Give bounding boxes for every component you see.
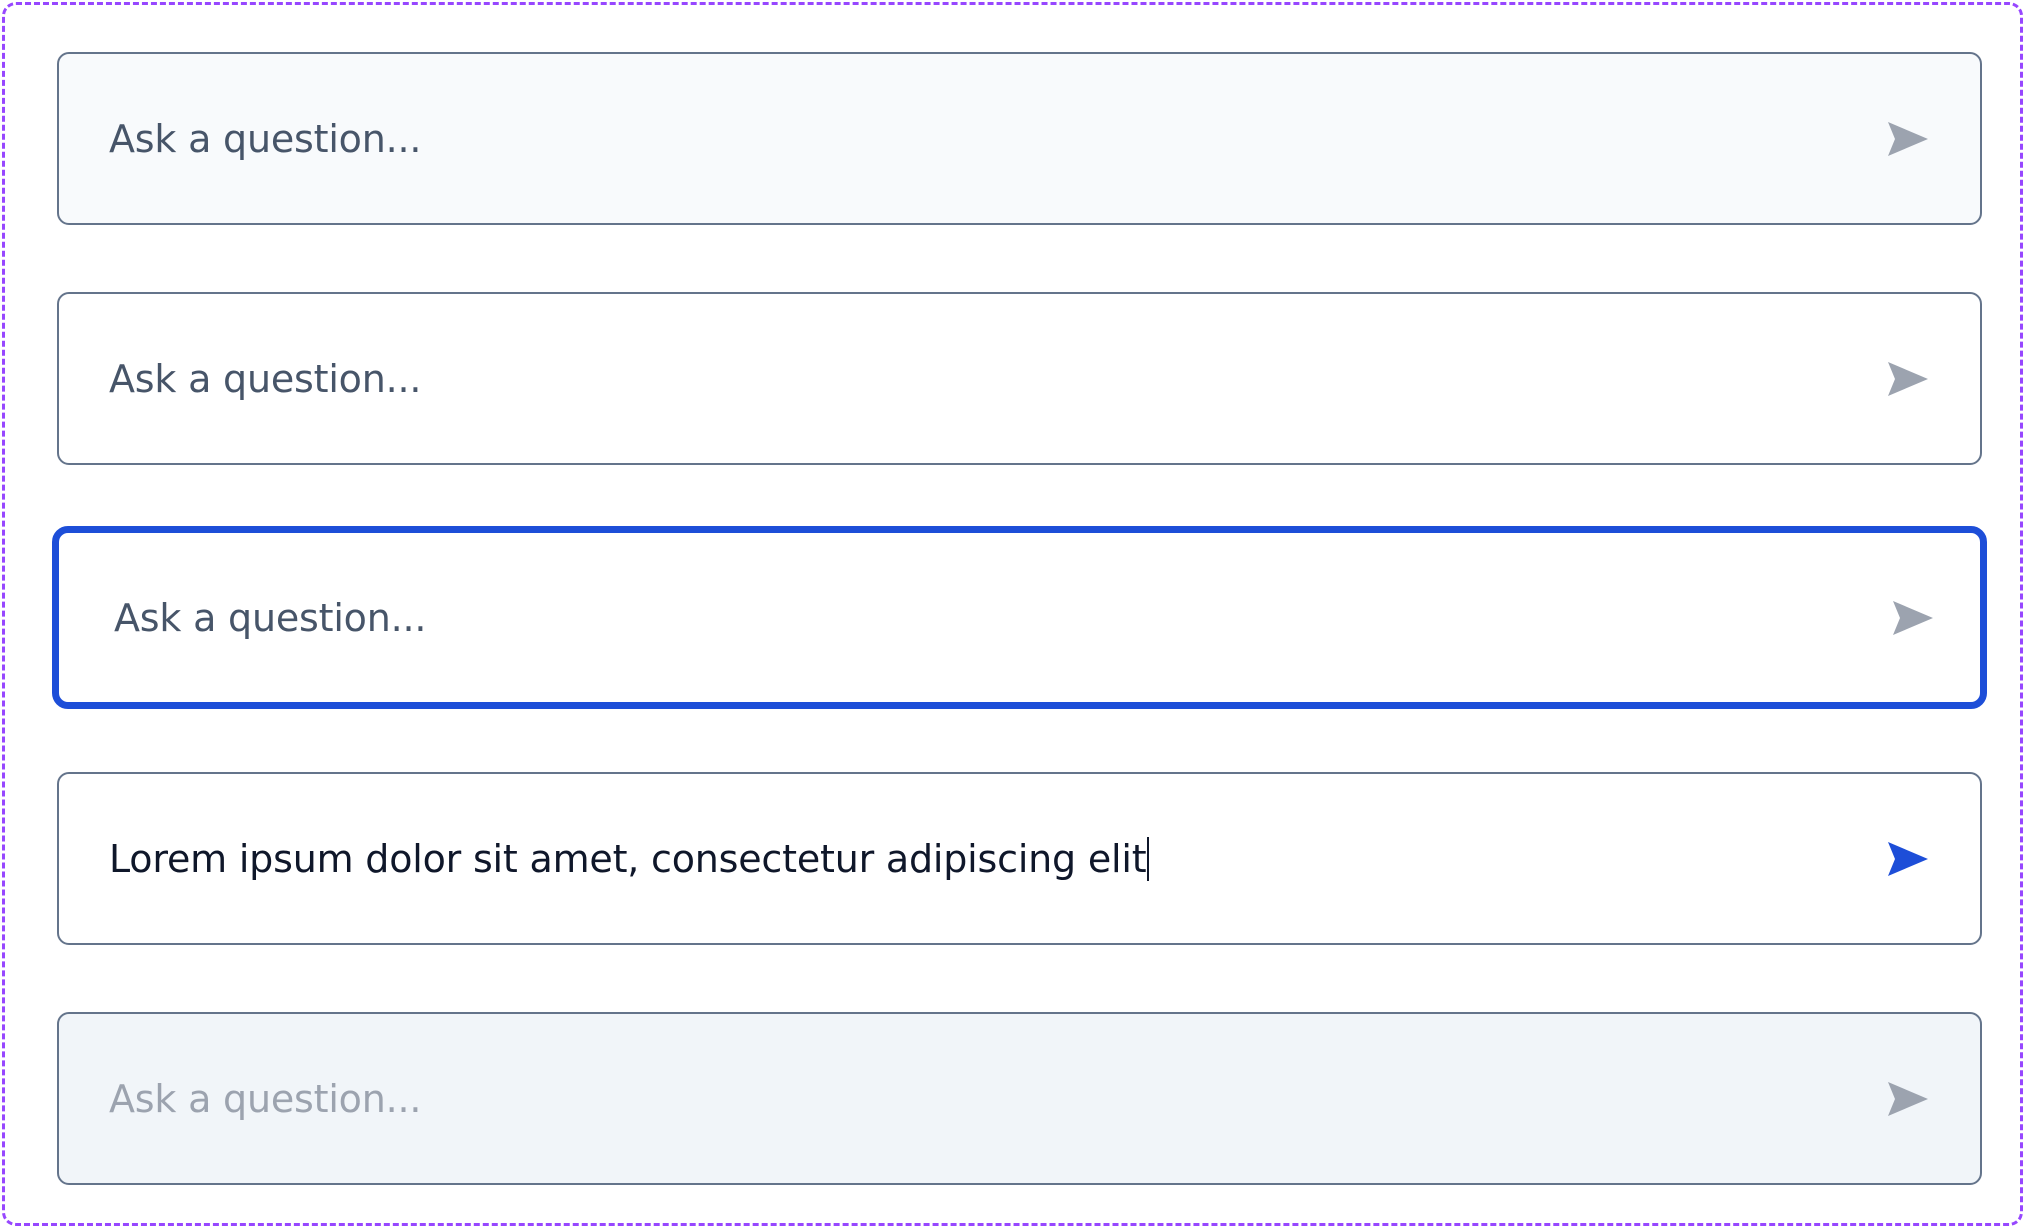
send-button[interactable] <box>1886 120 1930 158</box>
send-button[interactable] <box>1891 599 1935 637</box>
question-input-placeholder: Ask a question... <box>114 595 427 640</box>
component-variants-frame: Ask a question... Ask a question... Ask … <box>2 2 2023 1226</box>
send-icon <box>1888 1081 1928 1116</box>
question-input-filled[interactable]: Lorem ipsum dolor sit amet, consectetur … <box>57 772 1982 945</box>
question-input-placeholder: Ask a question... <box>109 356 422 401</box>
question-input-disabled: Ask a question... <box>57 1012 1982 1185</box>
question-input-hover[interactable]: Ask a question... <box>57 52 1982 225</box>
question-input-placeholder: Ask a question... <box>109 1076 422 1121</box>
question-input-default[interactable]: Ask a question... <box>57 292 1982 465</box>
send-button[interactable] <box>1886 360 1930 398</box>
text-caret <box>1147 836 1150 881</box>
send-button[interactable] <box>1886 840 1930 878</box>
question-input-value: Lorem ipsum dolor sit amet, consectetur … <box>109 836 1147 881</box>
send-button <box>1886 1080 1930 1118</box>
send-icon <box>1888 361 1928 396</box>
send-icon <box>1888 121 1928 156</box>
question-input-value-wrap: Lorem ipsum dolor sit amet, consectetur … <box>109 836 1150 881</box>
send-icon <box>1893 600 1933 635</box>
send-icon <box>1888 841 1928 876</box>
question-input-placeholder: Ask a question... <box>109 116 422 161</box>
question-input-focused[interactable]: Ask a question... <box>52 526 1987 709</box>
